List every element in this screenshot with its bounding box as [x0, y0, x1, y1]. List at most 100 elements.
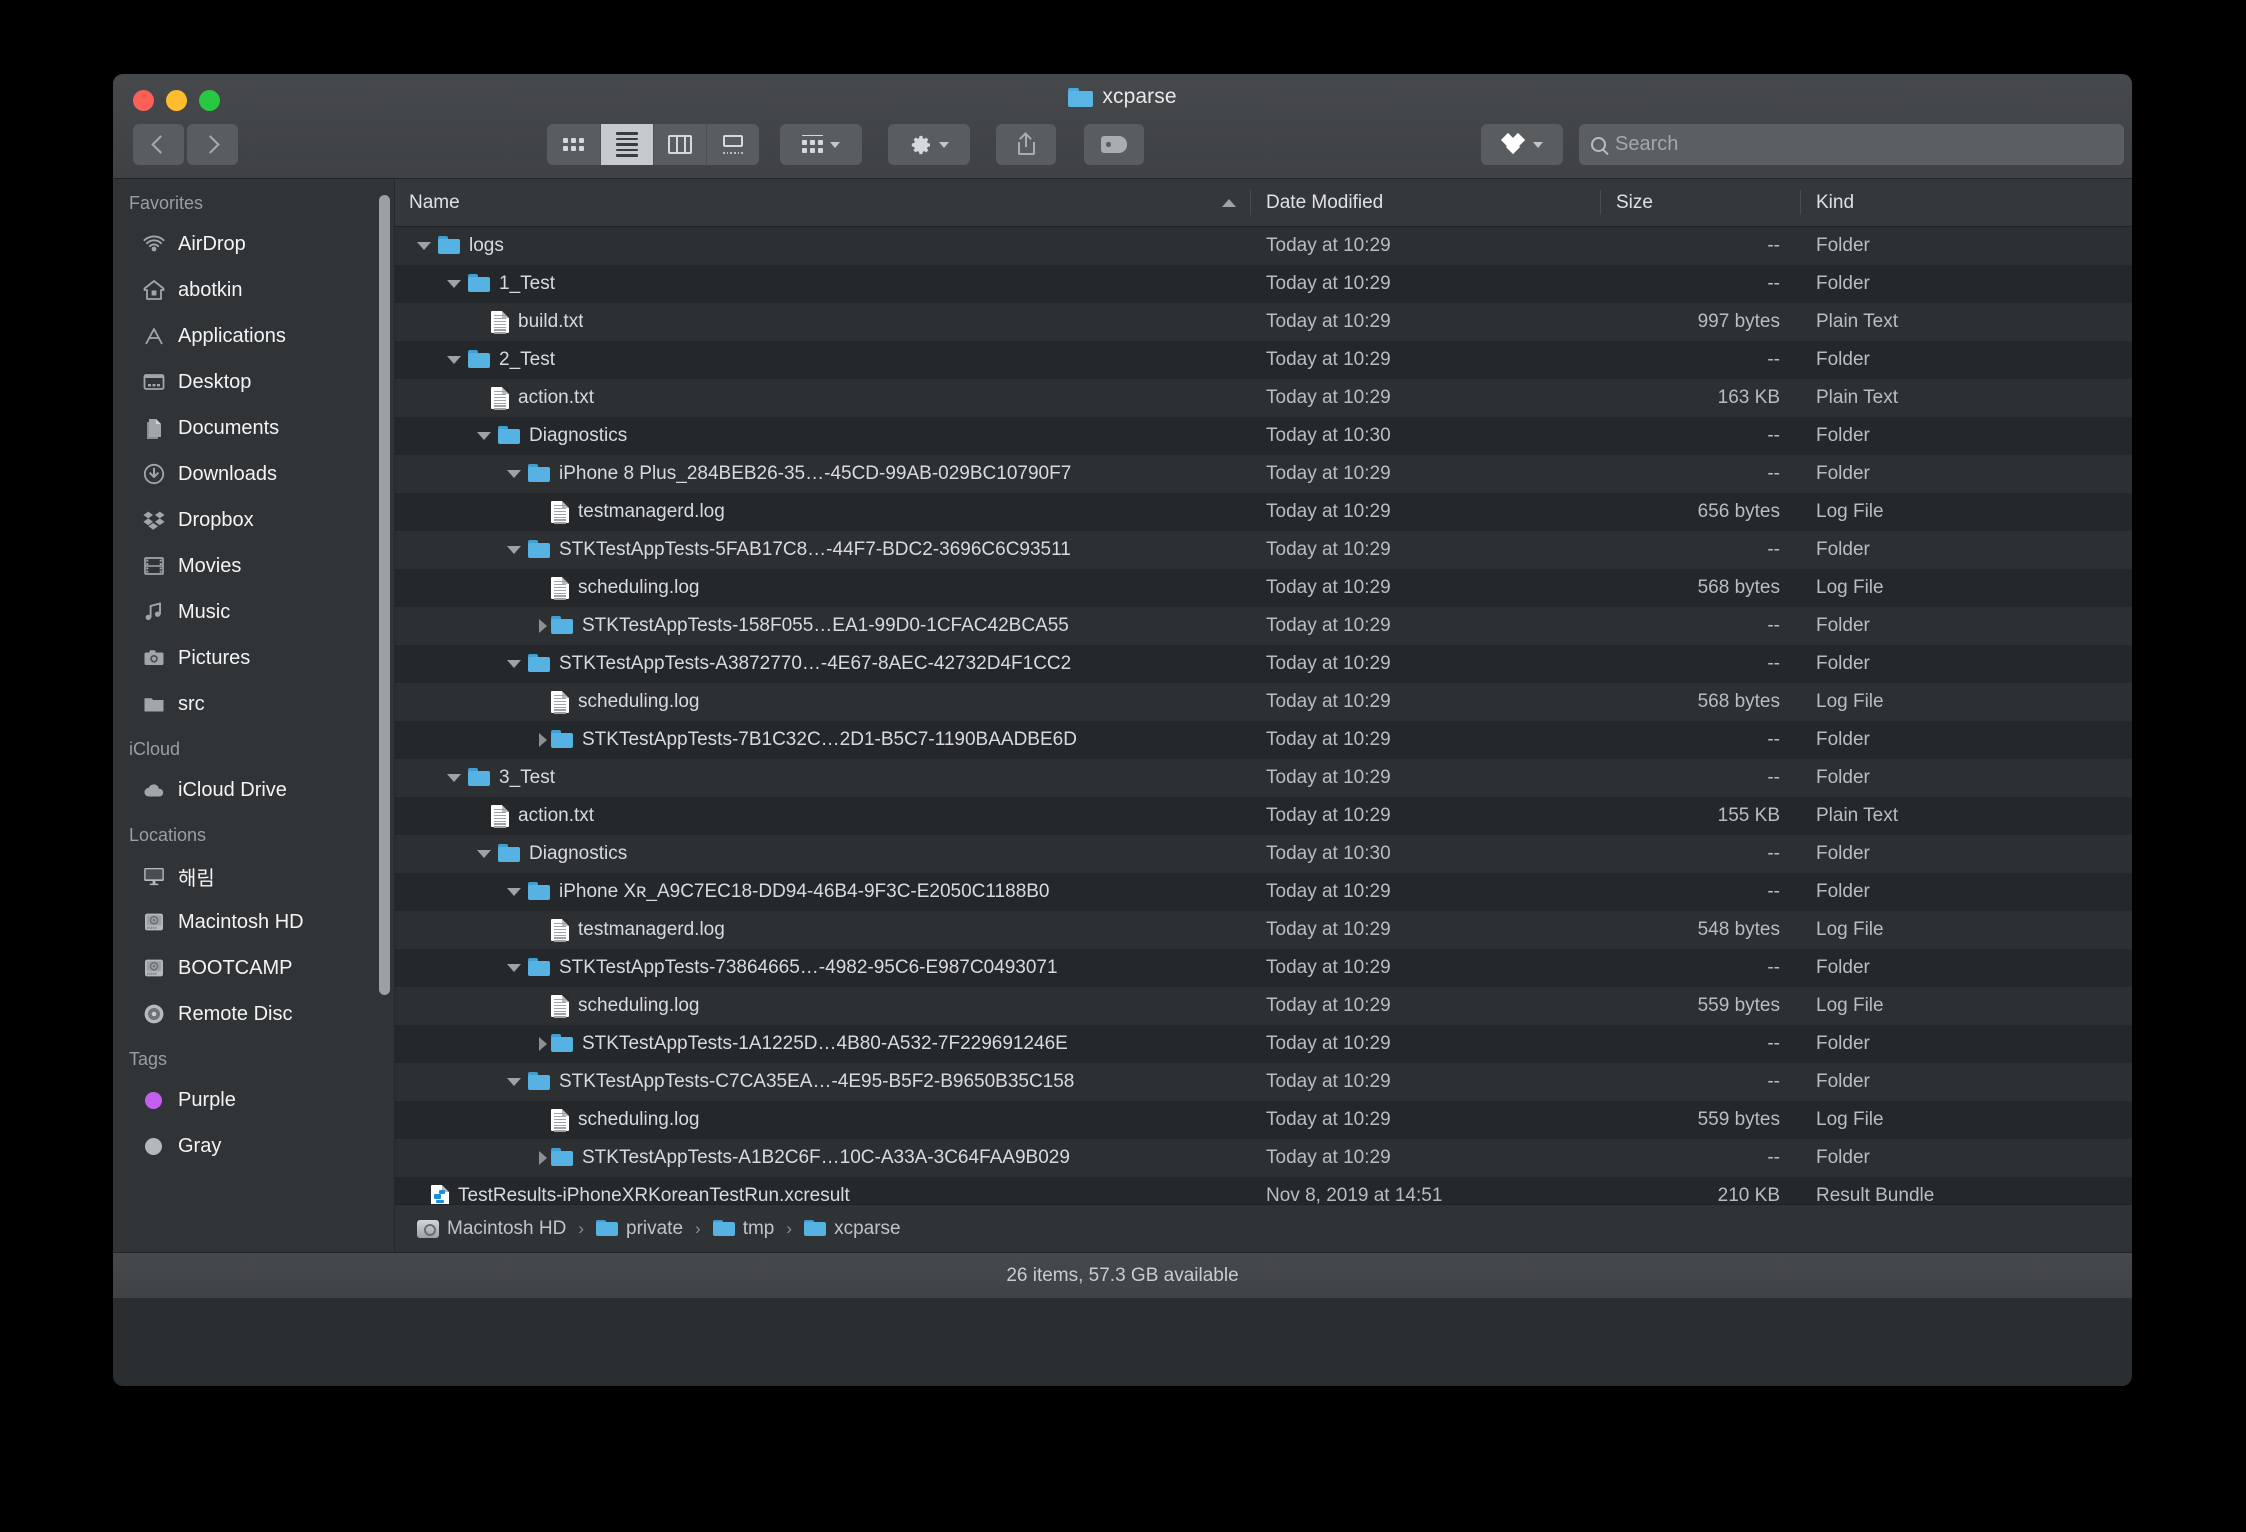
- table-row[interactable]: testmanagerd.log Today at 10:29 548 bytes L…: [395, 911, 2132, 949]
- cell-size: --: [1767, 1071, 1780, 1092]
- table-row[interactable]: STKTestAppTests-C7CA35EA…-4E95-B5F2-B965…: [395, 1063, 2132, 1101]
- sidebar-item-music[interactable]: Music: [113, 589, 394, 635]
- table-row[interactable]: STKTestAppTests-1A1225D…4B80-A532-7F2296…: [395, 1025, 2132, 1063]
- sidebar-item-label: Desktop: [178, 370, 252, 393]
- disclosure-triangle-closed-icon[interactable]: [539, 1151, 547, 1165]
- sidebar-item-applications[interactable]: Applications: [113, 313, 394, 359]
- table-row[interactable]: 3_Test Today at 10:29 -- Folder: [395, 759, 2132, 797]
- table-row[interactable]: 1_Test Today at 10:29 -- Folder: [395, 265, 2132, 303]
- disclosure-triangle-open-icon[interactable]: [417, 242, 431, 250]
- sidebar-item-gray[interactable]: Gray: [113, 1123, 394, 1169]
- table-row[interactable]: STKTestAppTests-5FAB17C8…-44F7-BDC2-3696…: [395, 531, 2132, 569]
- table-row[interactable]: action.txt Today at 10:29 155 KB Plain Text: [395, 797, 2132, 835]
- table-row[interactable]: testmanagerd.log Today at 10:29 656 bytes L…: [395, 493, 2132, 531]
- action-menu-button[interactable]: [888, 124, 970, 165]
- sidebar-item-purple[interactable]: Purple: [113, 1077, 394, 1123]
- column-header-name-label: Name: [409, 191, 460, 213]
- folder-icon: [468, 273, 490, 295]
- cloud-icon: [141, 778, 166, 803]
- cell-size: --: [1767, 957, 1780, 978]
- sidebar-item-pictures[interactable]: Pictures: [113, 635, 394, 681]
- sidebar-item-label: 해림: [178, 867, 215, 890]
- disclosure-triangle-open-icon[interactable]: [507, 470, 521, 478]
- icon-view-button[interactable]: [547, 124, 600, 165]
- share-button[interactable]: [996, 124, 1056, 165]
- column-header-size[interactable]: Size: [1600, 179, 1800, 226]
- table-row[interactable]: iPhone 8 Plus_284BEB26-35…-45CD-99AB-029…: [395, 455, 2132, 493]
- file-name: action.txt: [518, 805, 595, 826]
- sidebar-item-movies[interactable]: Movies: [113, 543, 394, 589]
- dropbox-toolbar-button[interactable]: [1481, 124, 1563, 165]
- forward-button[interactable]: [187, 124, 238, 165]
- table-row[interactable]: STKTestAppTests-A3872770…-4E67-8AEC-4273…: [395, 645, 2132, 683]
- cell-name: STKTestAppTests-7B1C32C…2D1-B5C7-1190BAA…: [395, 729, 1250, 751]
- sidebar-item-bootcamp[interactable]: BOOTCAMP: [113, 945, 394, 991]
- tag-dot-icon: [141, 1088, 166, 1113]
- path-segment-macintosh-hd[interactable]: Macintosh HD: [417, 1218, 566, 1240]
- disclosure-triangle-open-icon[interactable]: [447, 280, 461, 288]
- path-segment-label: private: [626, 1217, 684, 1239]
- sidebar-item-remote-disc[interactable]: Remote Disc: [113, 991, 394, 1037]
- disclosure-triangle-open-icon[interactable]: [507, 546, 521, 554]
- column-header-name[interactable]: Name: [395, 179, 1250, 226]
- folder-icon: [528, 1071, 550, 1093]
- disclosure-triangle-open-icon[interactable]: [507, 888, 521, 896]
- column-header-date-modified[interactable]: Date Modified: [1250, 179, 1600, 226]
- disclosure-triangle-open-icon[interactable]: [447, 774, 461, 782]
- table-row[interactable]: Diagnostics Today at 10:30 -- Folder: [395, 417, 2132, 455]
- disclosure-triangle-open-icon[interactable]: [477, 432, 491, 440]
- file-name: build.txt: [518, 311, 584, 332]
- table-row[interactable]: Diagnostics Today at 10:30 -- Folder: [395, 835, 2132, 873]
- sidebar-item-downloads[interactable]: Downloads: [113, 451, 394, 497]
- column-header-kind[interactable]: Kind: [1800, 179, 2132, 226]
- disclosure-triangle-open-icon[interactable]: [507, 964, 521, 972]
- list-view-button[interactable]: [600, 124, 653, 165]
- table-row[interactable]: scheduling.log Today at 10:29 559 bytes Log…: [395, 987, 2132, 1025]
- path-segment-xcparse[interactable]: xcparse: [804, 1218, 901, 1240]
- sidebar-item-macintosh-hd[interactable]: Macintosh HD: [113, 899, 394, 945]
- disclosure-triangle-open-icon[interactable]: [507, 1078, 521, 1086]
- search-field[interactable]: [1579, 124, 2124, 165]
- sidebar-item-desktop[interactable]: Desktop: [113, 359, 394, 405]
- sidebar-scrollbar[interactable]: [379, 195, 390, 995]
- group-by-button[interactable]: [780, 124, 862, 165]
- path-segment-private[interactable]: private: [596, 1218, 683, 1240]
- sidebar-item-src[interactable]: src: [113, 681, 394, 727]
- disclosure-triangle-open-icon[interactable]: [477, 850, 491, 858]
- disclosure-triangle-closed-icon[interactable]: [539, 733, 547, 747]
- tag-button[interactable]: [1084, 124, 1144, 165]
- path-segment-tmp[interactable]: tmp: [712, 1218, 774, 1240]
- sidebar-item-icloud-drive[interactable]: iCloud Drive: [113, 767, 394, 813]
- disclosure-triangle-closed-icon[interactable]: [539, 619, 547, 633]
- sidebar-item-abotkin[interactable]: abotkin: [113, 267, 394, 313]
- sidebar-item-dropbox[interactable]: Dropbox: [113, 497, 394, 543]
- table-row[interactable]: logs Today at 10:29 -- Folder: [395, 227, 2132, 265]
- cell-date-modified: Today at 10:29: [1266, 273, 1391, 294]
- table-row[interactable]: STKTestAppTests-158F055…EA1-99D0-1CFAC42…: [395, 607, 2132, 645]
- sidebar-item-[interactable]: 해림: [113, 853, 394, 899]
- table-row[interactable]: scheduling.log Today at 10:29 568 bytes Log…: [395, 683, 2132, 721]
- sidebar-item-airdrop[interactable]: AirDrop: [113, 221, 394, 267]
- table-row[interactable]: action.txt Today at 10:29 163 KB Plain Text: [395, 379, 2132, 417]
- search-input[interactable]: [1615, 133, 2095, 156]
- disclosure-triangle-closed-icon[interactable]: [539, 1037, 547, 1051]
- gallery-view-button[interactable]: [706, 124, 759, 165]
- table-row[interactable]: build.txt Today at 10:29 997 bytes Plain Te…: [395, 303, 2132, 341]
- sidebar-item-documents[interactable]: Documents: [113, 405, 394, 451]
- table-row[interactable]: 2_Test Today at 10:29 -- Folder: [395, 341, 2132, 379]
- table-row[interactable]: scheduling.log Today at 10:29 559 bytes Log…: [395, 1101, 2132, 1139]
- table-row[interactable]: STKTestAppTests-7B1C32C…2D1-B5C7-1190BAA…: [395, 721, 2132, 759]
- table-row[interactable]: STKTestAppTests-73864665…-4982-95C6-E987…: [395, 949, 2132, 987]
- cell-kind: Log File: [1816, 919, 1884, 940]
- disclosure-triangle-open-icon[interactable]: [447, 356, 461, 364]
- toolbar-controls: [113, 122, 2132, 167]
- cell-kind: Plain Text: [1816, 805, 1899, 826]
- back-button[interactable]: [133, 124, 184, 165]
- disclosure-triangle-open-icon[interactable]: [507, 660, 521, 668]
- table-row[interactable]: iPhone Xʀ_A9C7EC18-DD94-46B4-9F3C-E2050C…: [395, 873, 2132, 911]
- table-row[interactable]: TestResults-iPhoneXRKoreanTestRun.xcresu…: [395, 1177, 2132, 1204]
- list-icon: [616, 132, 638, 157]
- table-row[interactable]: STKTestAppTests-A1B2C6F…10C-A33A-3C64FAA…: [395, 1139, 2132, 1177]
- column-view-button[interactable]: [653, 124, 706, 165]
- table-row[interactable]: scheduling.log Today at 10:29 568 bytes Log…: [395, 569, 2132, 607]
